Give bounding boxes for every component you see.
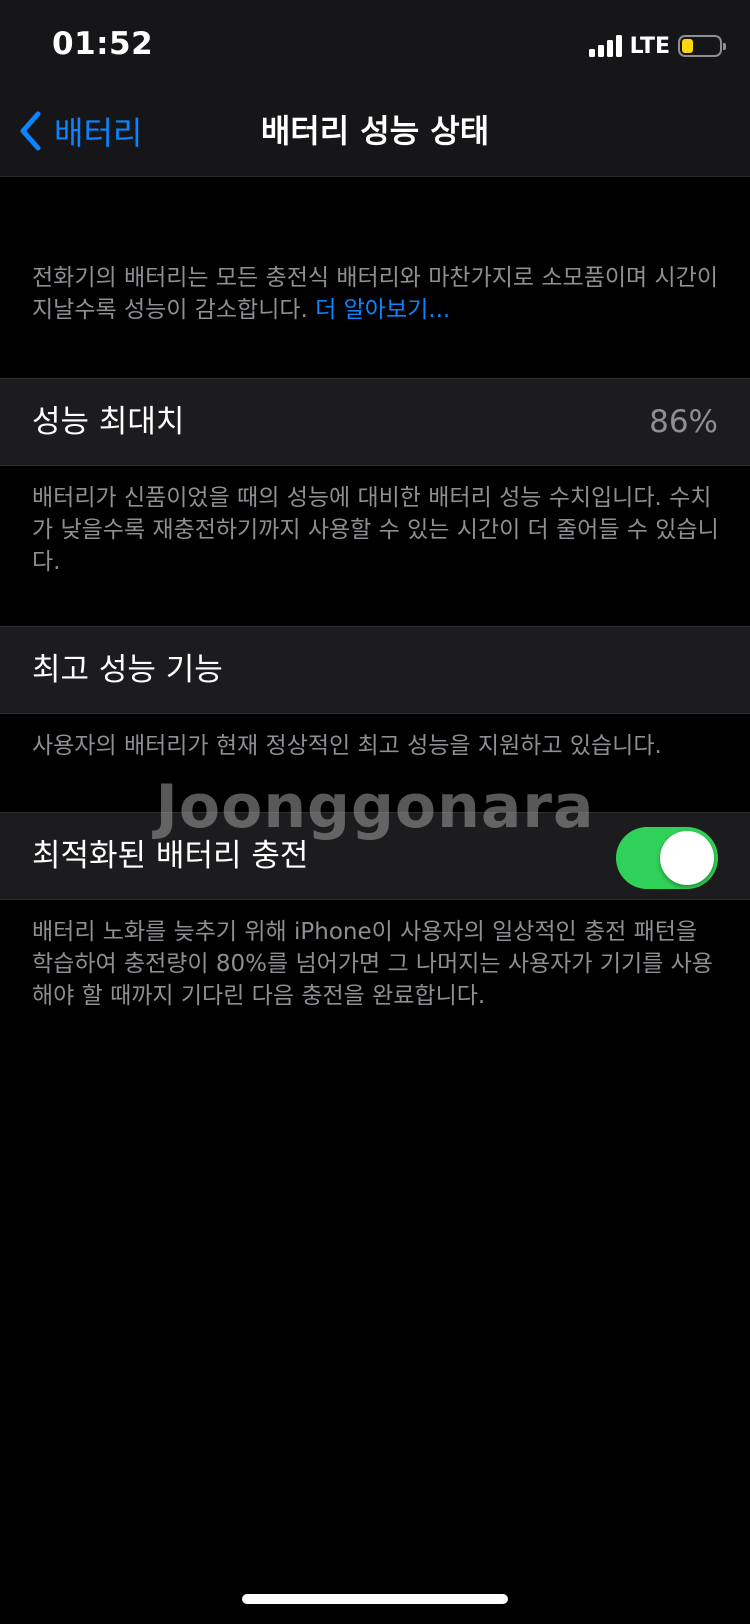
network-type: LTE — [629, 33, 670, 59]
intro-description: 전화기의 배터리는 모든 충전식 배터리와 마찬가지로 소모품이며 시간이 지날… — [32, 262, 722, 326]
max-capacity-value: 86% — [649, 404, 718, 440]
peak-performance-description: 사용자의 배터리가 현재 정상적인 최고 성능을 지원하고 있습니다. — [32, 733, 662, 759]
peak-performance-row: 최고 성능 기능 — [0, 626, 750, 714]
max-capacity-row: 성능 최대치 86% — [0, 378, 750, 466]
battery-level-fill — [682, 39, 693, 53]
battery-icon — [678, 35, 726, 57]
learn-more-link[interactable]: 더 알아보기... — [315, 297, 450, 323]
navigation-bar: 01:52 LTE 배터리 배터리 성능 상태 — [0, 0, 750, 177]
max-capacity-description: 배터리가 신품이었을 때의 성능에 대비한 배터리 성능 수치입니다. 수치가 … — [32, 485, 719, 575]
home-indicator[interactable] — [242, 1594, 508, 1604]
peak-performance-label: 최고 성능 기능 — [32, 652, 223, 688]
status-indicators: LTE — [588, 32, 726, 60]
page-title: 배터리 성능 상태 — [260, 112, 490, 150]
status-time: 01:52 — [52, 26, 154, 62]
optimized-charging-description: 배터리 노화를 늦추기 위해 iPhone이 사용자의 일상적인 충전 패턴을 … — [32, 919, 713, 1009]
watermark: Joonggonara — [155, 772, 595, 842]
max-capacity-label: 성능 최대치 — [32, 404, 185, 440]
cellular-signal-icon — [588, 35, 622, 57]
